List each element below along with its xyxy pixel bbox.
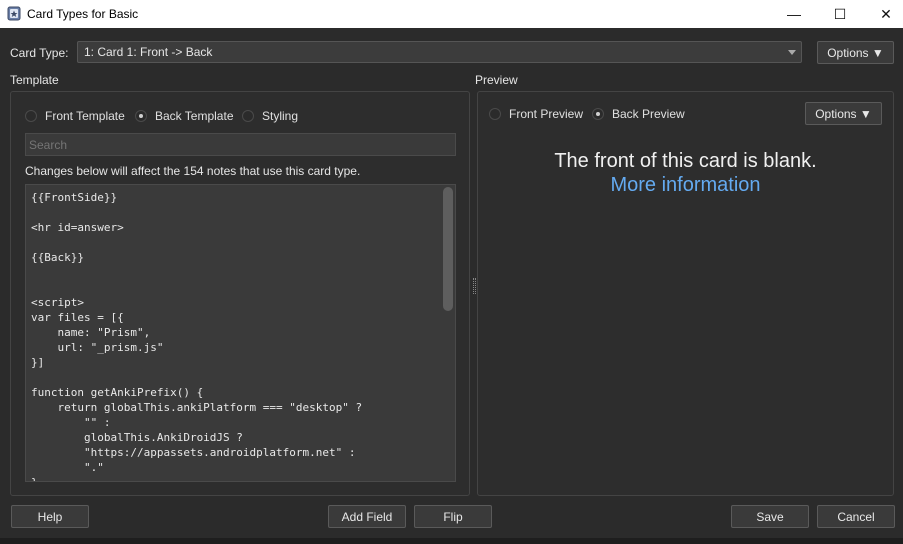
close-button[interactable]: ✕ xyxy=(863,0,903,28)
card-type-select[interactable]: 1: Card 1: Front -> Back xyxy=(77,41,802,63)
radio-indicator-checked xyxy=(135,110,147,122)
styling-radio[interactable]: Styling xyxy=(242,109,298,123)
maximize-button[interactable]: ☐ xyxy=(817,0,863,28)
background-window-edge xyxy=(0,538,903,544)
help-button[interactable]: Help xyxy=(11,505,89,528)
card-type-selected-value: 1: Card 1: Front -> Back xyxy=(84,45,213,59)
back-preview-radio[interactable]: Back Preview xyxy=(592,107,685,121)
card-type-options-button[interactable]: Options ▼ xyxy=(817,41,894,64)
front-template-label: Front Template xyxy=(45,109,125,123)
chevron-down-icon xyxy=(788,50,796,55)
template-search-input[interactable] xyxy=(25,133,456,156)
front-template-radio[interactable]: Front Template xyxy=(25,109,125,123)
card-type-label: Card Type: xyxy=(10,46,69,60)
anki-app-icon xyxy=(7,6,21,21)
back-template-radio[interactable]: Back Template xyxy=(135,109,234,123)
minimize-button[interactable]: — xyxy=(771,0,817,28)
radio-indicator xyxy=(489,108,501,120)
styling-label: Styling xyxy=(262,109,299,123)
more-information-link[interactable]: More information xyxy=(477,174,894,197)
front-preview-label: Front Preview xyxy=(509,107,584,121)
window-title: Card Types for Basic xyxy=(27,7,139,21)
back-template-label: Back Template xyxy=(155,109,234,123)
back-preview-label: Back Preview xyxy=(612,107,685,121)
cancel-button[interactable]: Cancel xyxy=(817,505,895,528)
editor-scrollbar-thumb[interactable] xyxy=(443,187,453,311)
close-icon: ✕ xyxy=(880,5,892,22)
save-button[interactable]: Save xyxy=(731,505,809,528)
front-preview-radio[interactable]: Front Preview xyxy=(489,107,583,121)
add-field-button[interactable]: Add Field xyxy=(328,505,406,528)
radio-indicator xyxy=(25,110,37,122)
template-notice: Changes below will affect the 154 notes … xyxy=(25,164,361,178)
preview-group-label: Preview xyxy=(475,73,518,87)
panel-splitter-handle[interactable] xyxy=(473,278,476,294)
template-code-editor[interactable]: {{FrontSide}} <hr id=answer> {{Back}} <s… xyxy=(25,184,456,482)
radio-indicator-checked xyxy=(592,108,604,120)
maximize-icon: ☐ xyxy=(833,5,847,22)
preview-blank-message: The front of this card is blank. xyxy=(554,150,817,172)
editor-scrollbar[interactable] xyxy=(442,185,455,481)
minimize-icon: — xyxy=(787,6,801,22)
template-group-label: Template xyxy=(10,73,59,87)
title-bar: Card Types for Basic — ☐ ✕ xyxy=(0,0,903,28)
radio-indicator xyxy=(242,110,254,122)
flip-button[interactable]: Flip xyxy=(414,505,492,528)
template-code: {{FrontSide}} <hr id=answer> {{Back}} <s… xyxy=(31,191,363,481)
preview-options-button[interactable]: Options ▼ xyxy=(805,102,882,125)
